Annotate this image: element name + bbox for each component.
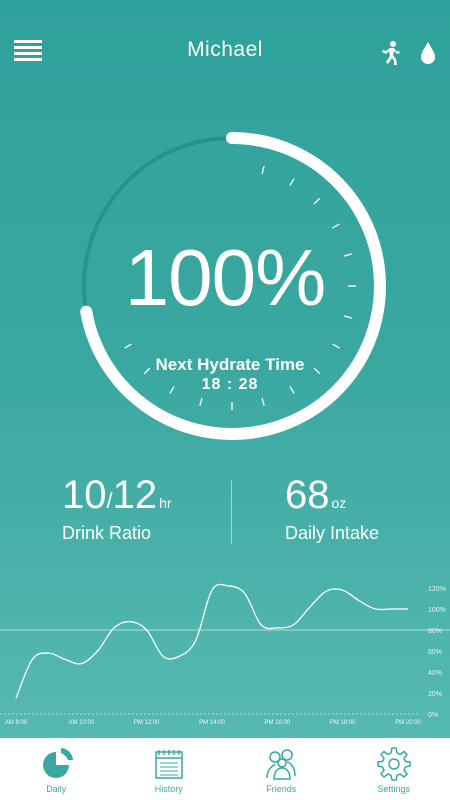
- ring-tick: [313, 197, 321, 205]
- y-tick-label: 40%: [428, 670, 442, 677]
- friends-icon: [266, 749, 296, 780]
- progress-percent: 100%: [124, 233, 327, 322]
- next-hydrate-time: 18 : 28: [201, 376, 259, 393]
- ring-tick: [332, 223, 340, 229]
- intake-series-line: [15, 583, 408, 699]
- y-tick-label: 20%: [428, 691, 442, 698]
- x-tick-label: AM 10:00: [68, 720, 94, 726]
- ring-tick: [332, 343, 340, 349]
- drink-ratio-value: 10/12 hr: [62, 473, 172, 517]
- pie-chart-icon: [43, 748, 74, 778]
- y-tick-label: 120%: [428, 586, 446, 593]
- ring-tick: [261, 166, 265, 175]
- next-hydrate-label: Next Hydrate Time: [155, 355, 305, 374]
- gear-icon: [377, 747, 411, 781]
- x-tick-label: PM 12:00: [134, 720, 160, 726]
- y-tick-label: 0%: [428, 712, 438, 719]
- daily-intake-unit: oz: [331, 495, 347, 511]
- daily-intake-stat: 68 oz Daily Intake: [285, 475, 435, 544]
- nav-history[interactable]: History: [113, 738, 226, 800]
- stats-divider: [231, 480, 232, 544]
- nav-friends[interactable]: Friends: [225, 738, 338, 800]
- intake-line-chart: 120% 100% 80% 60% 40% 20% 0% AM 8:00 AM 10:00 PM …: [0, 583, 450, 726]
- ring-tick: [261, 397, 265, 406]
- x-tick-label: PM 18:00: [330, 720, 356, 726]
- x-tick-label: PM 16:00: [264, 720, 290, 726]
- nav-daily[interactable]: Daily: [0, 738, 113, 800]
- nav-settings[interactable]: Settings: [338, 738, 450, 800]
- y-tick-label: 100%: [428, 607, 446, 614]
- drink-ratio-label: Drink Ratio: [62, 523, 152, 543]
- nav-friends-label: Friends: [266, 784, 297, 794]
- drink-ratio-unit: hr: [159, 495, 172, 511]
- y-tick-label: 80%: [428, 628, 442, 635]
- drink-ratio-stat: 10/12 hr Drink Ratio: [62, 475, 212, 544]
- daily-intake-value: 68 oz: [285, 473, 347, 517]
- x-tick-label: PM 20:00: [395, 720, 421, 726]
- ring-tick: [289, 178, 295, 186]
- bottom-nav: Daily History Friends Settings: [0, 738, 450, 800]
- y-tick-label: 60%: [428, 649, 442, 656]
- calendar-icon: [155, 750, 183, 779]
- nav-daily-label: Daily: [46, 784, 67, 794]
- nav-history-label: History: [154, 784, 183, 794]
- nav-settings-label: Settings: [377, 784, 411, 794]
- daily-intake-label: Daily Intake: [285, 523, 380, 543]
- ring-tick: [124, 343, 132, 349]
- x-tick-label: PM 14:00: [199, 720, 225, 726]
- x-tick-label: AM 8:00: [5, 720, 28, 726]
- ring-tick: [199, 397, 203, 406]
